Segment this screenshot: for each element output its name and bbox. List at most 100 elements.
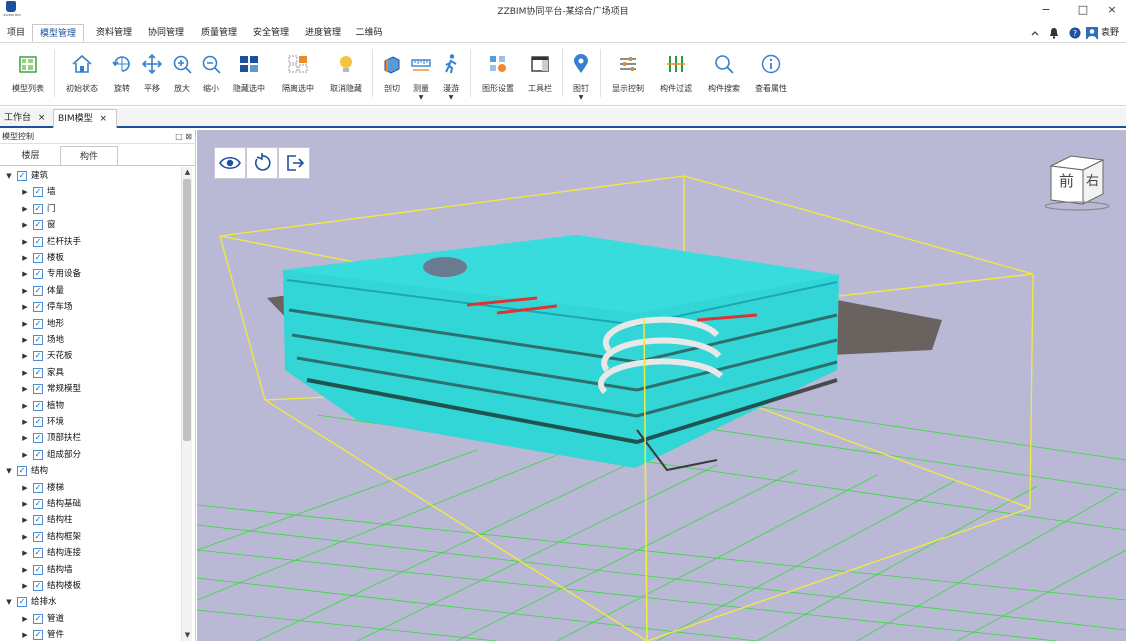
menu-tab-model[interactable]: 模型管理 — [32, 24, 84, 42]
tree-item[interactable]: ▶ ✓ 停车场 — [0, 299, 181, 315]
expand-down-icon[interactable]: ▼ — [4, 168, 14, 184]
menu-tab-qrcode[interactable]: 二维码 — [350, 24, 388, 42]
tree-item[interactable]: ▶ ✓ 结构基础 — [0, 496, 181, 512]
walk-button[interactable]: 漫游 ▼ — [439, 49, 463, 101]
tree-group[interactable]: ▼ ✓ 给排水 — [0, 594, 181, 610]
menu-tab-project[interactable]: 项目 — [4, 24, 28, 42]
tree-checkbox[interactable]: ✓ — [33, 581, 43, 591]
expand-right-icon[interactable]: ▶ — [20, 348, 30, 364]
properties-button[interactable]: 查看属性 — [751, 49, 791, 99]
tree-item[interactable]: ▶ ✓ 环境 — [0, 414, 181, 430]
expand-right-icon[interactable]: ▶ — [20, 578, 30, 594]
measure-button[interactable]: 测量 ▼ — [409, 49, 433, 101]
section-button[interactable]: 剖切 — [380, 49, 404, 99]
close-tab-icon[interactable]: × — [99, 114, 107, 124]
expand-right-icon[interactable]: ▶ — [20, 529, 30, 545]
tree-checkbox[interactable]: ✓ — [33, 351, 43, 362]
tree-item[interactable]: ▶ ✓ 楼梯 — [0, 480, 181, 496]
expand-right-icon[interactable]: ▶ — [20, 496, 30, 512]
expand-right-icon[interactable]: ▶ — [20, 283, 30, 299]
tree-checkbox[interactable]: ✓ — [17, 171, 27, 181]
view-cube[interactable] — [1045, 152, 1111, 212]
tree-checkbox[interactable]: ✓ — [33, 482, 43, 493]
tree-item[interactable]: ▶ ✓ 楼板 — [0, 250, 181, 266]
graphics-settings-button[interactable]: 图形设置 — [478, 49, 518, 99]
tree-checkbox[interactable]: ✓ — [33, 269, 43, 280]
tree-checkbox[interactable]: ✓ — [33, 400, 43, 411]
unhide-button[interactable]: 取消隐藏 — [328, 49, 364, 99]
measure-dropdown-icon[interactable]: ▼ — [418, 94, 424, 101]
tree-item[interactable]: ▶ ✓ 天花板 — [0, 348, 181, 364]
tree-item[interactable]: ▶ ✓ 体量 — [0, 283, 181, 299]
expand-down-icon[interactable]: ▼ — [4, 594, 14, 610]
expand-right-icon[interactable]: ▶ — [20, 299, 30, 315]
tree-checkbox[interactable]: ✓ — [33, 449, 43, 460]
tab-floors[interactable]: 楼层 — [2, 146, 59, 166]
tree-item[interactable]: ▶ ✓ 地形 — [0, 316, 181, 332]
tree-item[interactable]: ▶ ✓ 结构楼板 — [0, 578, 181, 594]
expand-right-icon[interactable]: ▶ — [20, 217, 30, 233]
reset-rotate-button[interactable] — [246, 147, 278, 179]
exit-button[interactable] — [278, 147, 310, 179]
tree-checkbox[interactable]: ✓ — [33, 335, 43, 345]
component-search-button[interactable]: 构件搜索 — [704, 49, 744, 99]
expand-right-icon[interactable]: ▶ — [20, 611, 30, 627]
minimize-button[interactable]: − — [1036, 2, 1056, 18]
expand-right-icon[interactable]: ▶ — [20, 266, 30, 282]
tree-item[interactable]: ▶ ✓ 栏杆扶手 — [0, 234, 181, 250]
tree-checkbox[interactable]: ✓ — [33, 548, 43, 559]
tree-checkbox[interactable]: ✓ — [17, 466, 27, 477]
close-panel-icon[interactable]: ⊠ — [185, 132, 192, 141]
menu-tab-safety[interactable]: 安全管理 — [247, 24, 295, 42]
tree-checkbox[interactable]: ✓ — [33, 220, 43, 231]
menu-tab-collaboration[interactable]: 协同管理 — [142, 24, 190, 42]
expand-right-icon[interactable]: ▶ — [20, 365, 30, 381]
scroll-down-icon[interactable]: ▼ — [182, 630, 193, 641]
pin-button[interactable]: 图钉 ▼ — [569, 49, 593, 101]
user-avatar-icon[interactable] — [1086, 27, 1098, 39]
expand-right-icon[interactable]: ▶ — [20, 447, 30, 463]
tree-item[interactable]: ▶ ✓ 常规模型 — [0, 381, 181, 397]
home-view-button[interactable]: 初始状态 — [62, 49, 102, 99]
expand-right-icon[interactable]: ▶ — [20, 430, 30, 446]
view-cube-right[interactable]: 右 — [1086, 170, 1099, 189]
tree-checkbox[interactable]: ✓ — [17, 597, 27, 608]
component-filter-button[interactable]: 构件过滤 — [656, 49, 696, 99]
scroll-up-icon[interactable]: ▲ — [182, 167, 193, 178]
tree-checkbox[interactable]: ✓ — [33, 417, 43, 427]
hide-selected-button[interactable]: 隐藏选中 — [231, 49, 267, 99]
tree-item[interactable]: ▶ ✓ 植物 — [0, 398, 181, 414]
expand-right-icon[interactable]: ▶ — [20, 316, 30, 332]
view-cube-front[interactable]: 前 — [1059, 170, 1074, 191]
user-name[interactable]: 袁野 — [1101, 24, 1119, 42]
isolate-selected-button[interactable]: 隔离选中 — [280, 49, 316, 99]
tree-checkbox[interactable]: ✓ — [33, 187, 43, 198]
zoom-out-button[interactable]: 缩小 — [197, 49, 225, 99]
expand-right-icon[interactable]: ▶ — [20, 512, 30, 528]
tree-item[interactable]: ▶ ✓ 管道 — [0, 611, 181, 627]
expand-right-icon[interactable]: ▶ — [20, 480, 30, 496]
expand-right-icon[interactable]: ▶ — [20, 414, 30, 430]
expand-right-icon[interactable]: ▶ — [20, 627, 30, 641]
tree-item[interactable]: ▶ ✓ 场地 — [0, 332, 181, 348]
tree-item[interactable]: ▶ ✓ 顶部扶栏 — [0, 430, 181, 446]
tab-bim-model[interactable]: BIM模型 × — [53, 109, 117, 128]
tree-checkbox[interactable]: ✓ — [33, 384, 43, 395]
scroll-thumb[interactable] — [183, 179, 191, 441]
tree-checkbox[interactable]: ✓ — [33, 613, 43, 624]
bim-viewport[interactable]: 前 右 — [197, 130, 1126, 641]
menu-tab-documents[interactable]: 资料管理 — [90, 24, 138, 42]
close-button[interactable]: × — [1102, 2, 1122, 18]
model-list-button[interactable]: 模型列表 — [8, 49, 48, 99]
menu-tab-progress[interactable]: 进度管理 — [299, 24, 347, 42]
close-tab-icon[interactable]: × — [38, 113, 46, 123]
expand-right-icon[interactable]: ▶ — [20, 250, 30, 266]
tree-item[interactable]: ▶ ✓ 窗 — [0, 217, 181, 233]
walk-dropdown-icon[interactable]: ▼ — [448, 94, 454, 101]
pin-dropdown-icon[interactable]: ▼ — [578, 94, 584, 101]
tree-group[interactable]: ▼ ✓ 结构 — [0, 463, 181, 479]
tree-checkbox[interactable]: ✓ — [33, 630, 43, 641]
tree-checkbox[interactable]: ✓ — [33, 203, 43, 214]
tree-checkbox[interactable]: ✓ — [33, 318, 43, 329]
tree-checkbox[interactable]: ✓ — [33, 302, 43, 313]
